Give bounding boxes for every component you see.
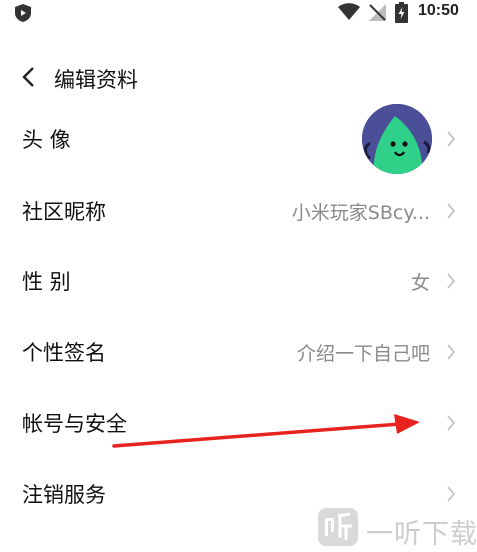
back-button[interactable] bbox=[20, 66, 38, 92]
row-label-cancel-service: 注销服务 bbox=[22, 483, 106, 507]
row-value-nickname: 小米玩家SBcy... bbox=[291, 202, 430, 224]
page-title: 编辑资料 bbox=[54, 68, 138, 92]
row-label-account-security: 帐号与安全 bbox=[22, 412, 127, 436]
chevron-right-icon bbox=[446, 202, 456, 224]
page-header: 编辑资料 bbox=[0, 56, 477, 98]
row-label-nickname: 社区昵称 bbox=[22, 200, 106, 224]
avatar[interactable] bbox=[362, 104, 432, 174]
avatar-image bbox=[362, 104, 432, 174]
row-value-gender: 女 bbox=[410, 272, 430, 294]
row-label-avatar: 头 像 bbox=[22, 128, 71, 152]
row-signature[interactable]: 个性签名 介绍一下自己吧 bbox=[0, 317, 477, 387]
chevron-right-icon bbox=[446, 130, 456, 152]
watermark-text: 一听下载 bbox=[366, 519, 477, 550]
watermark-logo-icon bbox=[318, 508, 358, 546]
row-account-security[interactable]: 帐号与安全 bbox=[0, 388, 477, 458]
chevron-right-icon bbox=[446, 272, 456, 294]
chevron-right-icon bbox=[446, 343, 456, 365]
chevron-right-icon bbox=[446, 485, 456, 507]
status-time: 10:50 bbox=[418, 2, 459, 19]
shield-app-icon bbox=[14, 3, 32, 27]
row-gender[interactable]: 性 别 女 bbox=[0, 246, 477, 316]
row-nickname[interactable]: 社区昵称 小米玩家SBcy... bbox=[0, 176, 477, 246]
wifi-icon bbox=[338, 3, 360, 25]
row-value-signature: 介绍一下自己吧 bbox=[296, 343, 430, 365]
row-label-signature: 个性签名 bbox=[22, 341, 106, 365]
battery-charging-icon bbox=[395, 2, 408, 27]
chevron-right-icon bbox=[446, 414, 456, 436]
status-bar: 10:50 bbox=[0, 0, 477, 26]
row-label-gender: 性 别 bbox=[22, 270, 71, 294]
no-sim-icon bbox=[367, 3, 387, 26]
chevron-left-icon bbox=[22, 67, 34, 87]
watermark: 一听下载 bbox=[316, 506, 477, 552]
